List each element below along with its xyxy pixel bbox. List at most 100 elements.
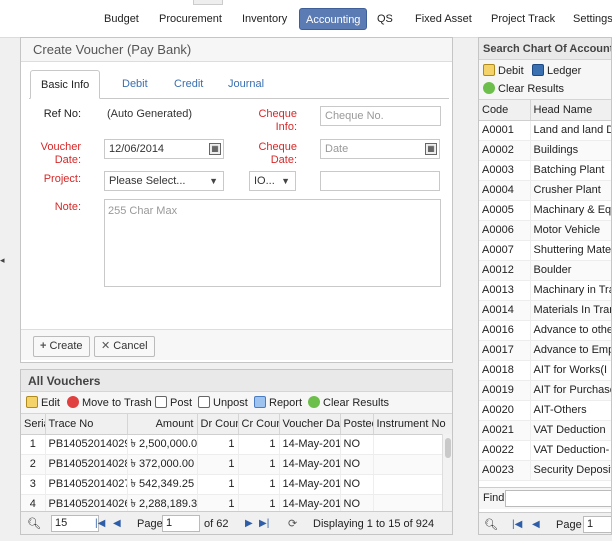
create-button[interactable]: + Create	[33, 336, 90, 357]
cell-code: A0022	[479, 440, 531, 461]
prev-page-icon[interactable]: ◀	[113, 516, 121, 532]
create-button-label: Create	[49, 340, 83, 352]
col-cr-count[interactable]: Cr Count	[238, 414, 280, 435]
create-voucher-panel: Create Voucher (Pay Bank) Basic Info Deb…	[20, 37, 453, 363]
post-button[interactable]: Post	[155, 395, 192, 411]
list-item[interactable]: A0003 Batching Plant	[479, 160, 611, 181]
list-item[interactable]: A0023 Security Deposit	[479, 460, 611, 481]
scrollbar-thumb[interactable]	[445, 438, 451, 458]
collapse-handle[interactable]	[193, 0, 223, 5]
vouchers-scrollbar[interactable]	[442, 434, 452, 512]
col-code[interactable]: Code	[479, 100, 531, 121]
nav-budget[interactable]: Budget	[98, 8, 145, 30]
tab-credit[interactable]: Credit	[164, 70, 213, 99]
list-item[interactable]: A0022 VAT Deduction-	[479, 440, 611, 461]
list-item[interactable]: A0017 Advance to Emp	[479, 340, 611, 361]
io-select[interactable]: IO... ▼	[249, 171, 296, 191]
project-extra-input[interactable]	[320, 171, 440, 191]
col-trace-no[interactable]: Trace No	[45, 414, 128, 435]
table-row[interactable]: 2 PB14052014028 ৳ 372,000.00 1 1 14-May-…	[21, 454, 452, 475]
page-number-input[interactable]: 1	[583, 516, 611, 533]
refresh-icon[interactable]: ⟳	[288, 516, 297, 532]
nav-qs[interactable]: QS	[371, 8, 399, 30]
list-item[interactable]: A0021 VAT Deduction	[479, 420, 611, 441]
prev-page-icon[interactable]: ◀	[532, 517, 540, 533]
cell-head-name: Shuttering Mate	[530, 240, 611, 261]
cheque-no-input[interactable]: Cheque No.	[320, 106, 441, 126]
account-clear-results-button[interactable]: Clear Results	[483, 81, 564, 97]
table-row[interactable]: 3 PB14052014027 ৳ 542,349.25 1 1 14-May-…	[21, 474, 452, 495]
next-page-icon[interactable]: ▶	[245, 516, 253, 532]
first-page-icon[interactable]: |◀	[95, 516, 105, 532]
cell-code: A0017	[479, 340, 531, 361]
nav-inventory[interactable]: Inventory	[236, 8, 293, 30]
cell-posted: NO	[340, 454, 374, 475]
table-row[interactable]: 1 PB14052014029 ৳ 2,500,000.0 1 1 14-May…	[21, 434, 452, 455]
page-size-input[interactable]: 15	[51, 515, 99, 532]
calendar-icon[interactable]: ▦	[209, 143, 221, 155]
list-item[interactable]: A0014 Materials In Tran	[479, 300, 611, 321]
list-item[interactable]: A0013 Machinary in Tra	[479, 280, 611, 301]
cell-head-name: AIT-Others	[530, 400, 611, 421]
cell-code: A0012	[479, 260, 531, 281]
project-select[interactable]: Please Select... ▼	[104, 171, 224, 191]
cell-head-name: Security Deposit	[530, 460, 611, 481]
nav-settings[interactable]: Settings	[567, 8, 612, 30]
clear-results-button[interactable]: Clear Results	[308, 395, 389, 411]
voucher-date-input[interactable]: 12/06/2014 ▦	[104, 139, 224, 159]
ledger-button[interactable]: Ledger	[532, 63, 581, 79]
note-textarea[interactable]: 255 Char Max	[104, 199, 441, 287]
report-button[interactable]: Report	[254, 395, 302, 411]
tab-debit[interactable]: Debit	[112, 70, 158, 99]
ref-no-value: (Auto Generated)	[107, 108, 192, 120]
tab-basic-info[interactable]: Basic Info	[30, 70, 101, 99]
cheque-date-input[interactable]: Date ▦	[320, 139, 440, 159]
list-item[interactable]: A0006 Motor Vehicle	[479, 220, 611, 241]
search-icon[interactable]: 🔍︎	[484, 517, 498, 533]
list-item[interactable]: A0001 Land and land D	[479, 120, 611, 141]
cell-cr-count: 1	[238, 454, 280, 475]
list-item[interactable]: A0016 Advance to othe	[479, 320, 611, 341]
nav-fixed-asset[interactable]: Fixed Asset	[409, 8, 478, 30]
col-amount[interactable]: Amount	[127, 414, 198, 435]
cell-head-name: Crusher Plant	[530, 180, 611, 201]
list-item[interactable]: A0004 Crusher Plant	[479, 180, 611, 201]
list-item[interactable]: A0007 Shuttering Mate	[479, 240, 611, 261]
list-item[interactable]: A0002 Buildings	[479, 140, 611, 161]
search-icon[interactable]: 🔍︎	[27, 516, 41, 532]
all-vouchers-title: All Vouchers	[21, 370, 452, 392]
col-posted[interactable]: Posted	[340, 414, 374, 435]
cheque-date-placeholder: Date	[325, 143, 349, 155]
first-page-icon[interactable]: |◀	[512, 517, 522, 533]
collapse-left-icon[interactable]: ◂	[0, 255, 5, 269]
list-item[interactable]: A0012 Boulder	[479, 260, 611, 281]
list-item[interactable]: A0020 AIT-Others	[479, 400, 611, 421]
move-to-trash-button[interactable]: Move to Trash	[67, 395, 152, 411]
find-input[interactable]	[505, 490, 611, 507]
page-number-input[interactable]: 1	[162, 515, 200, 532]
all-vouchers-panel: All Vouchers Edit Move to Trash Post Unp…	[20, 369, 453, 535]
cell-trace-no: PB14052014029	[45, 434, 128, 455]
col-dr-count[interactable]: Dr Count	[197, 414, 239, 435]
voucher-tabs: Basic Info Debit Credit Journal	[29, 67, 449, 99]
cheque-date-label: Cheque Date:	[227, 141, 297, 167]
list-item[interactable]: A0018 AIT for Works(I	[479, 360, 611, 381]
list-item[interactable]: A0005 Machinary & Equ	[479, 200, 611, 221]
tab-journal[interactable]: Journal	[218, 70, 274, 99]
cell-head-name: Machinary in Tra	[530, 280, 611, 301]
unpost-button[interactable]: Unpost	[198, 395, 248, 411]
col-head-name[interactable]: Head Name	[530, 100, 611, 121]
last-page-icon[interactable]: ▶|	[259, 516, 269, 532]
calendar-icon[interactable]: ▦	[425, 143, 437, 155]
col-serial[interactable]: Serial	[21, 414, 46, 435]
cancel-button[interactable]: ✕ Cancel	[94, 336, 155, 357]
cell-code: A0014	[479, 300, 531, 321]
debit-button[interactable]: Debit	[483, 63, 524, 79]
nav-procurement[interactable]: Procurement	[153, 8, 228, 30]
list-item[interactable]: A0019 AIT for Purchase	[479, 380, 611, 401]
col-voucher-date[interactable]: Voucher Date	[279, 414, 341, 435]
nav-accounting[interactable]: Accounting	[299, 8, 368, 30]
nav-project-track[interactable]: Project Track	[485, 8, 561, 30]
edit-button[interactable]: Edit	[26, 395, 60, 411]
col-instrument-no[interactable]: Instrument No	[373, 414, 452, 435]
